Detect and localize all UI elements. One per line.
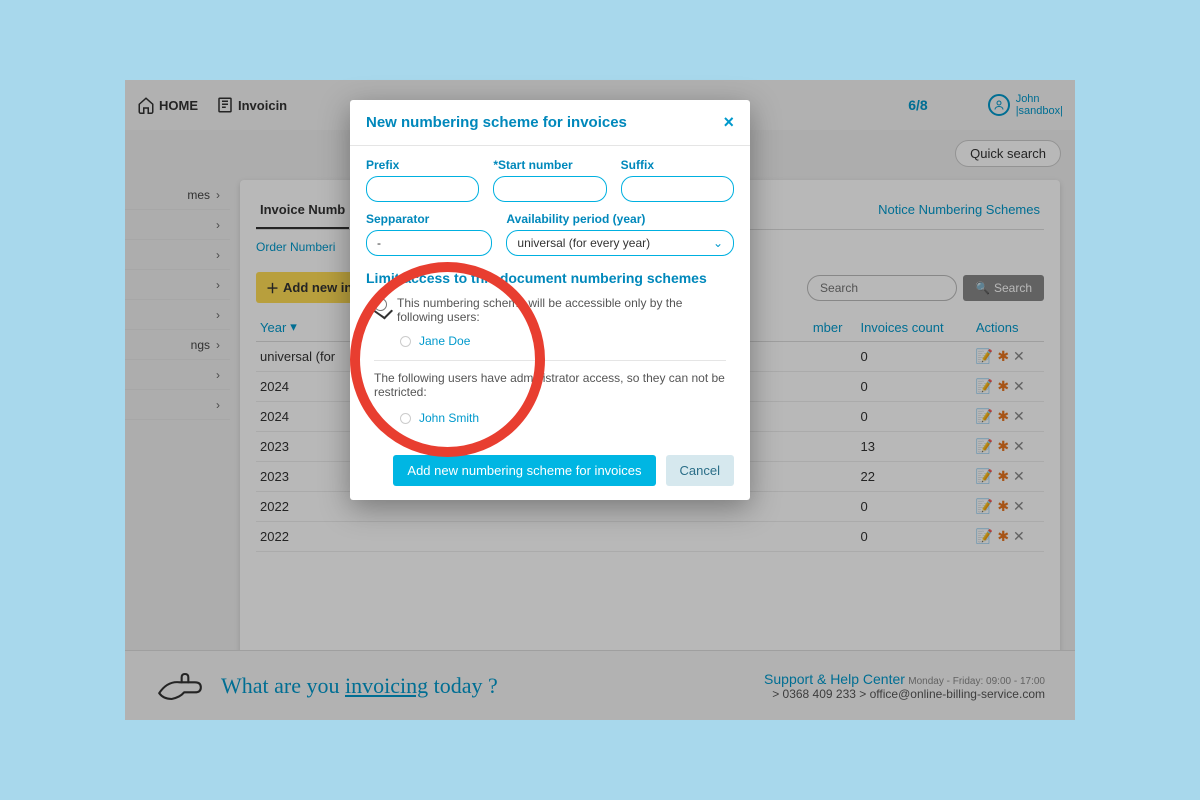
modal-header: New numbering scheme for invoices × xyxy=(350,100,750,146)
admin-user-john: John Smith xyxy=(400,411,726,425)
close-icon[interactable]: × xyxy=(723,112,734,133)
prefix-label: Prefix xyxy=(366,158,479,172)
limit-access-heading: Limit access to this document numbering … xyxy=(366,270,734,286)
radio-icon[interactable] xyxy=(374,298,387,311)
modal-body: Prefix *Start number Suffix Sepparator -… xyxy=(350,146,750,445)
availability-label: Availability period (year) xyxy=(506,212,734,226)
access-block: This numbering scheme will be accessible… xyxy=(366,296,734,425)
user-option-jane[interactable]: Jane Doe xyxy=(400,334,726,348)
access-restrict-option[interactable]: This numbering scheme will be accessible… xyxy=(374,296,726,324)
divider xyxy=(374,360,726,361)
radio-icon xyxy=(400,413,411,424)
suffix-input[interactable] xyxy=(621,176,734,202)
cancel-button[interactable]: Cancel xyxy=(666,455,734,486)
prefix-input[interactable] xyxy=(366,176,479,202)
separator-label: Sepparator xyxy=(366,212,492,226)
radio-icon[interactable] xyxy=(400,336,411,347)
modal-footer: Add new numbering scheme for invoices Ca… xyxy=(350,445,750,500)
chevron-down-icon: ⌄ xyxy=(713,236,723,250)
admin-restriction-text: The following users have administrator a… xyxy=(374,371,726,399)
modal-title: New numbering scheme for invoices xyxy=(366,114,627,131)
access-restrict-text: This numbering scheme will be accessible… xyxy=(397,296,726,324)
new-numbering-scheme-modal: New numbering scheme for invoices × Pref… xyxy=(350,100,750,500)
start-number-input[interactable] xyxy=(493,176,606,202)
availability-select[interactable]: universal (for every year) ⌄ xyxy=(506,230,734,256)
suffix-label: Suffix xyxy=(621,158,734,172)
add-numbering-scheme-button[interactable]: Add new numbering scheme for invoices xyxy=(393,455,655,486)
separator-input[interactable]: - xyxy=(366,230,492,256)
start-number-label: *Start number xyxy=(493,158,606,172)
